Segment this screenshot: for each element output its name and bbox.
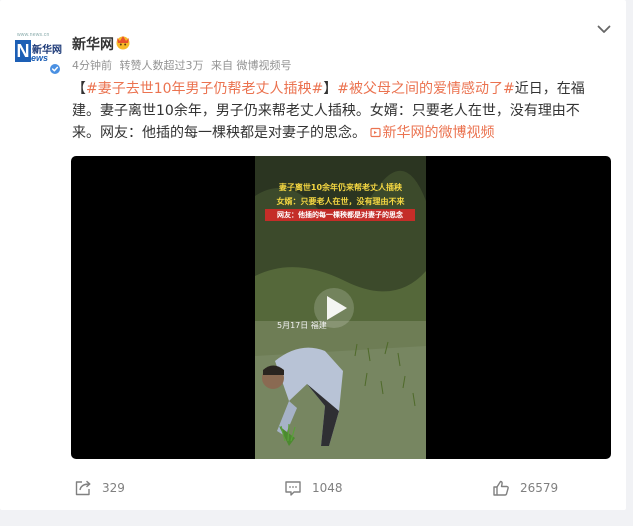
avatar-logo-letter: N [15, 40, 31, 62]
video-link-label: 新华网的微博视频 [382, 125, 495, 141]
video-caption-1: 妻子离世10余年仍来帮老丈人插秧 [278, 183, 403, 192]
repost-icon [75, 480, 91, 496]
chevron-down-icon [597, 25, 611, 33]
play-icon[interactable] [305, 286, 363, 330]
like-count: 26579 [520, 481, 559, 495]
avatar-ews-text: ews [31, 53, 49, 63]
post-time[interactable]: 4分钟前 [72, 59, 112, 72]
post-source: 来自 微博视频号 [211, 59, 292, 72]
action-bar: 329 1048 26579 [0, 470, 626, 506]
comment-button[interactable]: 1048 [284, 478, 343, 498]
verified-badge-icon [48, 62, 62, 76]
avatar-site-text: www.news.cn [17, 32, 50, 38]
comment-icon [285, 481, 301, 496]
more-options-button[interactable] [594, 20, 614, 38]
close-bracket: 】 [323, 81, 338, 97]
post-reposters: 转赞人数超过3万 [119, 59, 204, 72]
video-player[interactable]: 妻子离世10余年仍来帮老丈人插秧 女婿：只要老人在世，没有理由不来 网友：他插的… [71, 156, 611, 459]
weibo-post-card: www.news.cn N 新华网 ews 新华网 4分钟前 转赞人数超过3万 … [0, 0, 626, 510]
thumbs-up-icon [493, 480, 509, 496]
video-caption-3: 网友：他插的每一棵秧都是对妻子的思念 [265, 209, 415, 221]
post-text: 【#妻子去世10年男子仍帮老丈人插秧#】#被父母之间的爱情感动了#近日，在福建。… [72, 78, 602, 144]
comment-count: 1048 [312, 481, 343, 495]
open-bracket: 【 [72, 81, 86, 97]
repost-button[interactable]: 329 [74, 478, 125, 498]
username[interactable]: 新华网 [72, 34, 114, 54]
video-source-link[interactable]: 新华网的微博视频 [370, 125, 494, 141]
like-button[interactable]: 26579 [492, 478, 558, 498]
hashtag-link-2[interactable]: #被父母之间的爱情感动了# [337, 81, 514, 97]
video-link-icon [370, 127, 382, 138]
repost-count: 329 [102, 481, 125, 495]
page-background-strip [0, 512, 633, 526]
hashtag-link-1[interactable]: #妻子去世10年男子仍帮老丈人插秧# [86, 81, 323, 97]
member-badge-icon [116, 36, 130, 50]
video-caption-2: 女婿：只要老人在世，没有理由不来 [276, 197, 405, 206]
post-meta: 4分钟前 转赞人数超过3万 来自 微博视频号 [72, 57, 296, 73]
